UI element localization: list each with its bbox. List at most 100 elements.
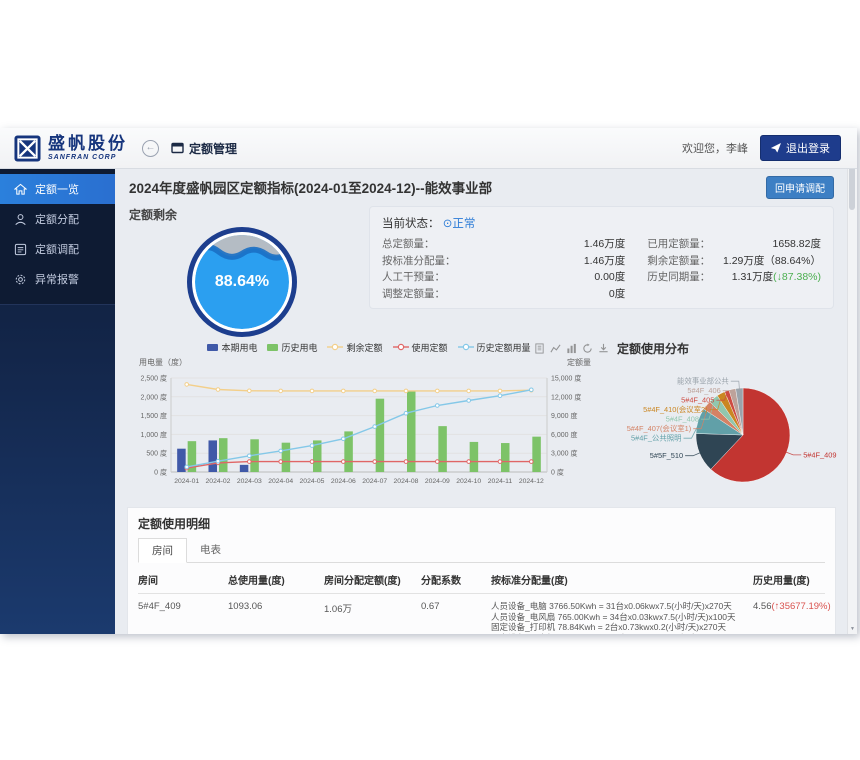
chart-toolbox <box>534 341 609 359</box>
sidebar-item-2[interactable]: 定额分配 <box>0 204 115 234</box>
coef-cell: 0.67 <box>421 601 491 634</box>
sidebar-item-label: 定额分配 <box>35 211 79 227</box>
status-grid: 总定额量：1.46万度按标准分配量：1.46万度人工干预量：0.00度调整定额量… <box>382 236 821 302</box>
legend-label: 历史用电 <box>281 341 317 354</box>
legend-marker <box>207 344 218 351</box>
table-column-header: 总使用量(度) <box>228 572 324 587</box>
company-logo-icon <box>14 135 41 162</box>
svg-text:1,500 度: 1,500 度 <box>141 411 167 420</box>
scroll-down-arrow[interactable]: ▼ <box>848 626 857 632</box>
brand-subtitle: SANFRAN CORP <box>48 154 128 161</box>
svg-text:3,000 度: 3,000 度 <box>551 449 577 458</box>
brand-logo: 盛帆股份 SANFRAN CORP <box>0 135 128 162</box>
legend-item[interactable]: 剩余定额 <box>327 341 382 354</box>
status-pair-value: 1658.82度 <box>773 236 821 253</box>
gauge-percent-value: 88.64% <box>192 273 292 291</box>
current-status-label: 当前状态： <box>382 218 440 230</box>
user-icon <box>14 213 27 226</box>
left-axis-caption: 用电量（度） <box>139 357 187 368</box>
svg-text:2024-02: 2024-02 <box>206 478 231 485</box>
legend-item[interactable]: 本期用电 <box>207 341 257 354</box>
legend-label: 本期用电 <box>221 341 257 354</box>
table-column-header: 分配系数 <box>421 572 491 587</box>
legend-marker <box>458 343 474 353</box>
quota-remaining-block: 定额剩余 88.64% <box>129 206 355 337</box>
legend-label: 历史定额用量 <box>477 341 531 354</box>
legend-item[interactable]: 使用定额 <box>393 341 448 354</box>
logout-button[interactable]: 退出登录 <box>760 135 841 161</box>
svg-text:6,000 度: 6,000 度 <box>551 430 577 439</box>
table-column-header: 房间 <box>138 572 228 587</box>
status-pair-value: 0度 <box>609 286 625 303</box>
back-button[interactable]: ← <box>142 140 159 157</box>
svg-text:0 度: 0 度 <box>551 468 564 477</box>
status-pair-right-3: 历史同期量：1.31万度(↓87.38%) <box>647 269 821 286</box>
table-row[interactable]: 5#4F_4091093.061.06万0.67人员设备_电脑 3766.50K… <box>138 594 825 634</box>
layers-icon <box>14 243 27 256</box>
legend-marker <box>327 343 343 353</box>
sidebar-item-3[interactable]: 定额调配 <box>0 234 115 264</box>
legend-marker <box>267 344 278 351</box>
status-pair-value: 1.46万度 <box>584 253 625 270</box>
status-pair-value: 1.29万度（88.64%） <box>723 253 821 270</box>
sidebar-item-1[interactable]: 定额一览 <box>0 174 115 204</box>
status-pair-label: 历史同期量： <box>647 269 710 286</box>
room-cell: 5#4F_409 <box>138 601 228 634</box>
allocation-detail-line: 人员设备_电脑 3766.50Kwh = 31台x0.06kwx7.5(小时/天… <box>491 601 753 612</box>
status-normal-value: 正常 <box>452 218 475 230</box>
status-normal-icon: ⊙ <box>443 218 453 230</box>
svg-text:2024-12: 2024-12 <box>519 478 544 485</box>
status-pair-label: 剩余定额量： <box>647 253 710 270</box>
current-status-line: 当前状态： ⊙正常 <box>382 215 821 231</box>
legend-label: 使用定额 <box>412 341 448 354</box>
save-image-icon[interactable] <box>598 341 609 359</box>
total-usage-cell: 1093.06 <box>228 601 324 634</box>
content-title-row: 2024年度盛帆园区定额指标(2024-01至2024-12)--能效事业部 回… <box>115 168 848 206</box>
detail-tabs: 房间电表 <box>138 538 825 563</box>
quota-distribution-pie: 5#4F_4095#5F_5105#4F_公共照明5#4F_407(会议室1)5… <box>615 357 838 498</box>
svg-text:5#5F_510: 5#5F_510 <box>650 451 683 460</box>
restore-icon[interactable] <box>582 341 593 359</box>
bar-chart-icon[interactable] <box>566 341 577 359</box>
status-left-column: 总定额量：1.46万度按标准分配量：1.46万度人工干预量：0.00度调整定额量… <box>382 236 625 302</box>
detail-tab-2[interactable]: 电表 <box>187 538 234 562</box>
svg-text:2024-09: 2024-09 <box>425 478 450 485</box>
status-pair-left-3: 人工干预量：0.00度 <box>382 269 625 286</box>
allocation-detail-line: 固定设备_打印机 78.84Kwh = 2台x0.73kwx0.2(小时/天)x… <box>491 622 753 633</box>
vertical-scrollbar[interactable]: ▲ ▼ <box>847 128 857 634</box>
legend-label: 剩余定额 <box>346 341 382 354</box>
svg-text:能效事业部公共: 能效事业部公共 <box>677 377 729 386</box>
status-panel: 当前状态： ⊙正常 总定额量：1.46万度按标准分配量：1.46万度人工干预量：… <box>369 206 834 309</box>
svg-text:5#4F_405: 5#4F_405 <box>681 396 714 405</box>
data-view-icon[interactable] <box>534 341 545 359</box>
status-right-column: 已用定额量：1658.82度剩余定额量：1.29万度（88.64%）历史同期量：… <box>647 236 821 302</box>
legend-item[interactable]: 历史定额用量 <box>458 341 531 354</box>
usage-bar-line-chart: 0 度0 度500 度3,000 度1,000 度6,000 度1,500 度9… <box>129 368 609 495</box>
table-column-header: 按标准分配量(度) <box>491 572 753 587</box>
status-pair-right-2: 剩余定额量： 1.29万度（88.64%） <box>647 253 821 270</box>
svg-text:2024-01: 2024-01 <box>174 478 199 485</box>
status-pair-label: 人工干预量： <box>382 269 445 286</box>
svg-text:500 度: 500 度 <box>146 449 167 458</box>
svg-text:5#4F_407(会议室1): 5#4F_407(会议室1) <box>627 424 692 433</box>
line-chart-icon[interactable] <box>550 341 561 359</box>
brand-text: 盛帆股份 SANFRAN CORP <box>48 135 128 161</box>
legend-item[interactable]: 历史用电 <box>267 341 317 354</box>
status-pair-left-1: 总定额量：1.46万度 <box>382 236 625 253</box>
sidebar: 定额一览定额分配定额调配异常报警 <box>0 168 115 634</box>
history-usage-cell: 4.56(↑35677.19%) <box>753 601 831 634</box>
svg-text:2024-03: 2024-03 <box>237 478 262 485</box>
header-right: 欢迎您，李峰 退出登录 <box>682 135 857 161</box>
svg-text:2024-11: 2024-11 <box>488 478 513 485</box>
top-header: 盛帆股份 SANFRAN CORP ← 定额管理 欢迎您，李峰 退出登录 <box>0 128 857 169</box>
module-icon <box>171 142 184 154</box>
sidebar-item-label: 异常报警 <box>35 271 79 287</box>
allocated-quota-cell: 1.06万 <box>324 601 421 634</box>
svg-text:15,000 度: 15,000 度 <box>551 374 581 383</box>
status-pair-percent: (↓87.38%) <box>773 271 821 283</box>
page-canvas: 盛帆股份 SANFRAN CORP ← 定额管理 欢迎您，李峰 退出登录 <box>0 0 860 760</box>
sidebar-item-4[interactable]: 异常报警 <box>0 264 115 294</box>
detail-tab-1[interactable]: 房间 <box>138 538 187 563</box>
table-column-header: 房间分配定额(度) <box>324 572 421 587</box>
apply-adjust-button[interactable]: 回申请调配 <box>766 176 834 199</box>
